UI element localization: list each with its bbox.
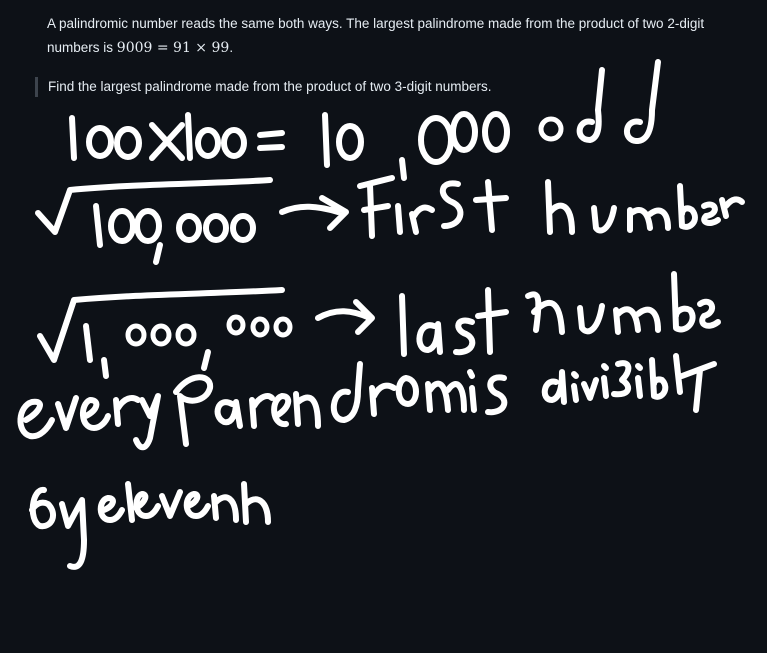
problem-math-expression: 9009 = 91 × 99 — [116, 40, 230, 56]
problem-statement: A palindromic number reads the same both… — [47, 12, 737, 60]
handwriting-canvas — [17, 59, 745, 570]
task-quote: Find the largest palindrome made from th… — [35, 77, 748, 97]
handwriting-line-3 — [37, 271, 721, 379]
problem-text-end: . — [229, 40, 234, 55]
handwriting-line-5 — [29, 481, 271, 570]
handwriting-line-4 — [17, 353, 717, 451]
task-text: Find the largest palindrome made from th… — [48, 79, 492, 94]
handwritten-ink — [17, 59, 745, 570]
handwriting-line-2 — [35, 175, 745, 265]
